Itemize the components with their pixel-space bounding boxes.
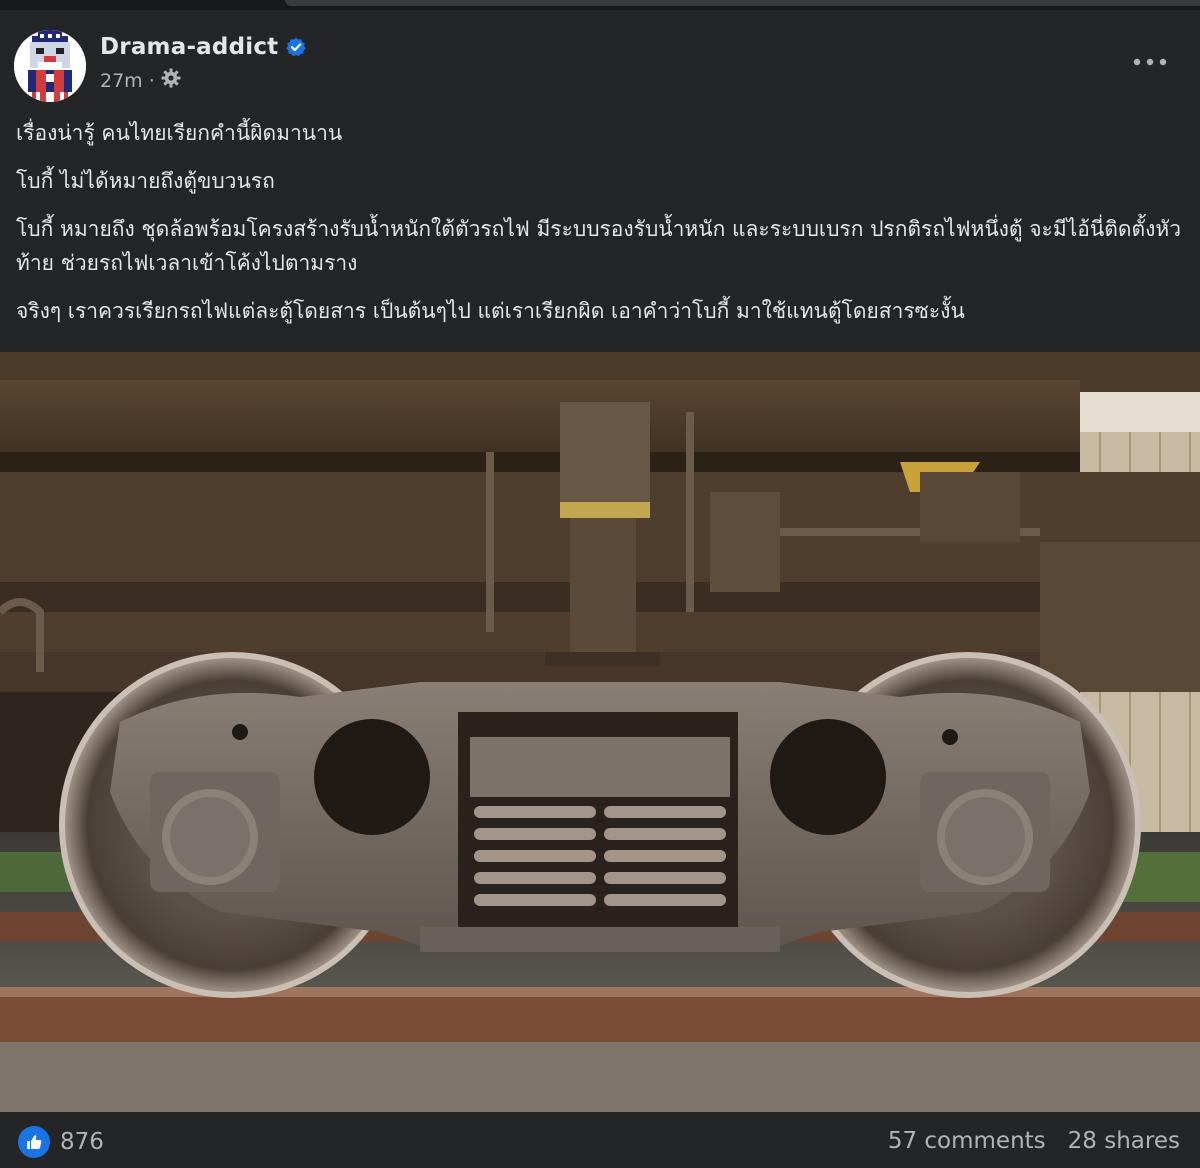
author-avatar[interactable] xyxy=(14,30,86,102)
post-paragraph: โบกี้ หมายถึง ชุดล้อพร้อมโครงสร้างรับน้ำ… xyxy=(16,217,1182,275)
railway-bogie-image xyxy=(0,352,1200,1112)
gear-icon[interactable] xyxy=(161,68,181,93)
author-name[interactable]: Drama-addict xyxy=(100,34,278,60)
post-time[interactable]: 27m xyxy=(100,70,143,92)
post-paragraph: เรื่องน่ารู้ คนไทยเรียกคำนี้ผิดมานาน xyxy=(16,121,343,145)
post-card: Drama-addict 27m · เรื่องน่ารู้ คนไทยเรี… xyxy=(0,0,1200,1168)
like-thumb-icon xyxy=(18,1126,50,1158)
author-info: Drama-addict 27m · xyxy=(100,30,306,93)
post-photo[interactable] xyxy=(0,352,1200,1112)
more-options-button[interactable] xyxy=(1128,44,1172,80)
reaction-count: 876 xyxy=(60,1129,104,1155)
post-meta: 27m · xyxy=(100,68,306,93)
verified-badge-icon xyxy=(286,37,306,57)
post-header: Drama-addict 27m · xyxy=(14,30,1186,106)
post-body: เรื่องน่ารู้ คนไทยเรียกคำนี้ผิดมานาน โบก… xyxy=(16,116,1186,342)
shares-count[interactable]: 28 shares xyxy=(1068,1128,1180,1154)
reactions-summary[interactable]: 876 xyxy=(18,1126,104,1158)
avatar-mascot-icon xyxy=(14,30,86,102)
author-row: Drama-addict xyxy=(100,30,306,64)
post-paragraph: จริงๆ เราควรเรียกรถไฟแต่ละตู้โดยสาร เป็น… xyxy=(16,299,965,323)
post-paragraph: โบกี้ ไม่ได้หมายถึงตู้ขบวนรถ xyxy=(16,169,275,193)
top-divider xyxy=(0,0,1200,10)
comments-count[interactable]: 57 comments xyxy=(888,1128,1046,1154)
more-options-icon xyxy=(1133,58,1167,66)
post-footer: 876 57 comments 28 shares xyxy=(0,1118,1200,1168)
meta-separator: · xyxy=(148,69,155,92)
post-stats: 57 comments 28 shares xyxy=(888,1128,1180,1154)
